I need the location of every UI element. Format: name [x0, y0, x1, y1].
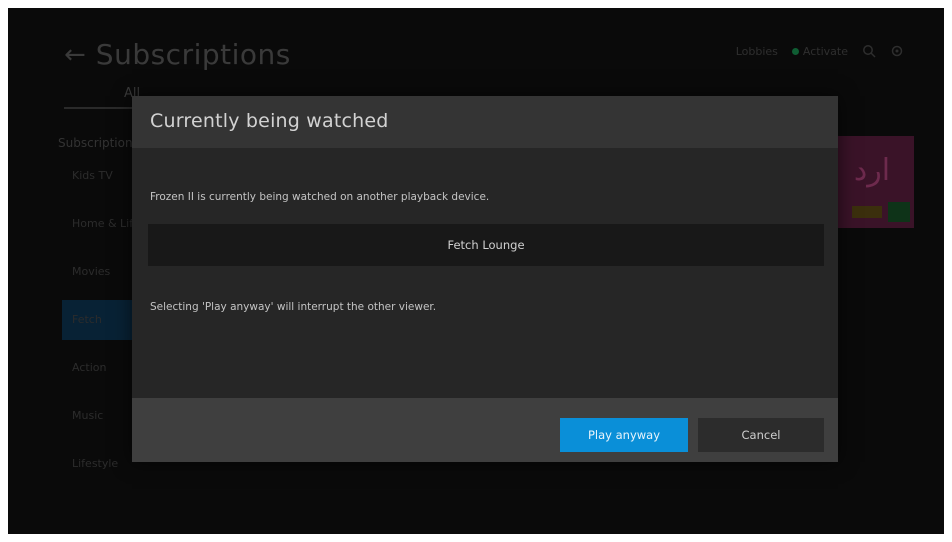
playback-device-name: Fetch Lounge: [447, 238, 525, 252]
status-dot-icon: [791, 48, 799, 55]
dialog-message: Frozen II is currently being watched on …: [150, 191, 490, 203]
header-item-activate[interactable]: Activate: [791, 44, 848, 58]
tv-screen: ← Subscriptions Lobbies Activate All Sub…: [8, 8, 944, 534]
header-actions: Lobbies Activate: [736, 44, 904, 58]
header-item-activate-label: Activate: [802, 44, 848, 58]
dialog-warning: Selecting 'Play anyway' will interrupt t…: [150, 301, 437, 313]
settings-icon[interactable]: [890, 44, 904, 58]
page-title: Subscriptions: [95, 38, 291, 71]
cancel-button[interactable]: Cancel: [698, 418, 824, 452]
header-item-lobbies[interactable]: Lobbies: [736, 45, 778, 58]
channel-thumbnail[interactable]: ارد: [830, 136, 914, 228]
page-header: ← Subscriptions: [64, 38, 291, 71]
playback-device-item: Fetch Lounge: [148, 224, 824, 266]
back-arrow-icon[interactable]: ←: [64, 42, 86, 68]
play-anyway-button[interactable]: Play anyway: [560, 418, 688, 452]
dialog-title: Currently being watched: [150, 110, 389, 132]
dialog-footer: Play anyway Cancel: [132, 398, 838, 462]
currently-watched-dialog: Currently being watched Frozen II is cur…: [132, 96, 838, 462]
flag-badge-icon: [888, 202, 910, 222]
channel-thumbnail-text: ارد: [853, 153, 891, 188]
flag-stripe: [852, 206, 882, 218]
dialog-header: Currently being watched: [132, 96, 838, 148]
search-icon[interactable]: [862, 44, 876, 58]
sidebar-heading: Subscriptions: [58, 136, 139, 150]
